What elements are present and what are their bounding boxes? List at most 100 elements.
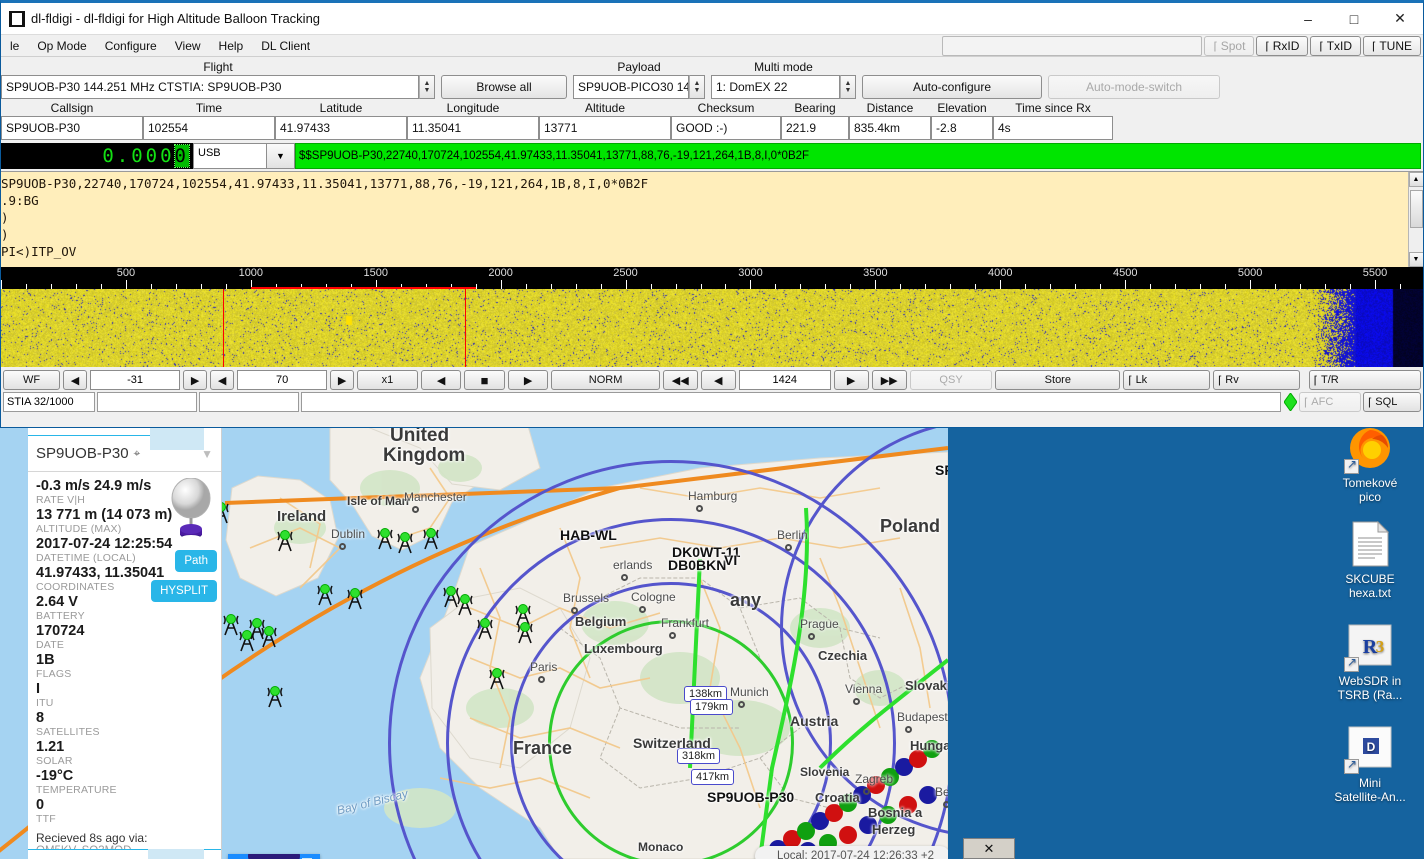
qsy-button[interactable]: QSY	[910, 370, 993, 390]
zoom-button[interactable]: x1	[357, 370, 418, 390]
field-value[interactable]: -2.8	[931, 116, 993, 140]
level1-decrease-button[interactable]: ◀	[63, 370, 87, 390]
waterfall-tick	[875, 280, 876, 289]
field-value[interactable]: 13771	[539, 116, 671, 140]
path-button[interactable]: Path	[175, 550, 217, 572]
browse-all-button[interactable]: Browse all	[441, 75, 567, 99]
radio-tower-icon[interactable]	[272, 526, 298, 557]
field-value[interactable]: 41.97433	[275, 116, 407, 140]
map-station-label[interactable]: VI	[724, 552, 737, 568]
maximize-button[interactable]: □	[1331, 3, 1377, 35]
map-region-label: Croatia	[815, 790, 860, 805]
sideband-mode-value[interactable]: USB	[193, 143, 267, 169]
desktop-icon-label2: Satellite-An...	[1318, 790, 1422, 804]
tr-button[interactable]: T/R	[1309, 370, 1421, 390]
level1-increase-button[interactable]: ▶	[183, 370, 207, 390]
level2-increase-button[interactable]: ▶	[330, 370, 354, 390]
field-value[interactable]: 835.4km	[849, 116, 931, 140]
flight-select-value[interactable]: SP9UOB-P30 144.251 MHz CTSTIA: SP9UOB-P3…	[1, 75, 419, 99]
scroll-down-icon[interactable]: ▼	[1409, 252, 1424, 267]
scroll-up-icon[interactable]: ▲	[1409, 172, 1424, 187]
auto-configure-button[interactable]: Auto-configure	[862, 75, 1042, 99]
frequency-display[interactable]: 0.000 0	[1, 143, 193, 169]
scroll-right-button[interactable]: ▶	[508, 370, 549, 390]
flight-spinner[interactable]: ▲ ▼	[419, 75, 435, 99]
radio-tower-icon[interactable]	[342, 584, 368, 615]
map-station-label[interactable]: SP9UOB-P30	[707, 789, 794, 805]
payload-spinner[interactable]: ▲ ▼	[689, 75, 705, 99]
hysplit-button[interactable]: HYSPLIT	[151, 580, 217, 602]
desktop-icon-tomekove-pico[interactable]: Tomekové pico	[1318, 424, 1422, 504]
menu-configure[interactable]: Configure	[96, 36, 166, 56]
level2-value[interactable]: 70	[237, 370, 327, 390]
desktop-icon-skcube-hexa[interactable]: SKCUBE hexa.txt	[1318, 520, 1422, 600]
field-value[interactable]: 221.9	[781, 116, 849, 140]
auto-mode-switch-button[interactable]: Auto-mode-switch	[1048, 75, 1220, 99]
txid-button[interactable]: TxID	[1310, 36, 1361, 56]
map-station-label[interactable]: DB0BKN	[668, 557, 726, 573]
tune-button[interactable]: TUNE	[1363, 36, 1421, 56]
stat-key: ITU	[36, 697, 213, 709]
panel-tab-active[interactable]	[150, 428, 204, 450]
field-value[interactable]: SP9UOB-P30	[1, 116, 143, 140]
flight-row: Flight SP9UOB-P30 144.251 MHz CTSTIA: SP…	[1, 57, 1423, 99]
menu-file[interactable]: le	[1, 36, 28, 56]
spot-button[interactable]: Spot	[1204, 36, 1254, 56]
radio-tower-icon[interactable]	[512, 618, 538, 649]
dialog-close-button[interactable]: ✕	[963, 838, 1015, 859]
wf-mode-button[interactable]: WF	[3, 370, 60, 390]
desktop-icon-mini-satellite[interactable]: D Mini Satellite-An...	[1318, 724, 1422, 804]
map-station-label[interactable]: SP	[935, 462, 948, 478]
payload-select-value[interactable]: SP9UOB-PICO30 144.25	[573, 75, 689, 99]
scroll-thumb[interactable]	[1410, 190, 1423, 228]
afc-button[interactable]: AFC	[1299, 392, 1361, 412]
radio-tower-icon[interactable]	[256, 622, 282, 653]
menu-view[interactable]: View	[166, 36, 210, 56]
rx-scrollbar[interactable]: ▲ ▼	[1408, 172, 1423, 267]
radio-tower-icon[interactable]	[312, 580, 338, 611]
waterfall-scale[interactable]: 500 1000 1500 2000 2500 3000 3500 4000 4500 5000 5…	[1, 267, 1423, 289]
level2-decrease-button[interactable]: ◀	[210, 370, 234, 390]
freq-down-button[interactable]: ◀	[701, 370, 736, 390]
field-value[interactable]: 102554	[143, 116, 275, 140]
radio-tower-icon[interactable]	[392, 528, 418, 559]
menu-help[interactable]: Help	[210, 36, 253, 56]
carrier-frequency-value[interactable]: 1424	[739, 370, 831, 390]
field-value[interactable]: GOOD :-)	[671, 116, 781, 140]
center-button[interactable]: ■	[464, 370, 505, 390]
map-type-thumbnail[interactable]	[228, 854, 320, 859]
freq-fast-up-button[interactable]: ▶▶	[872, 370, 907, 390]
rxid-button[interactable]: RxID	[1256, 36, 1308, 56]
reverse-button[interactable]: Rv	[1213, 370, 1300, 390]
radio-tower-icon[interactable]	[262, 682, 288, 713]
level1-value[interactable]: -31	[90, 370, 180, 390]
rx-text-area[interactable]: SP9UOB-P30,22740,170724,102554,41.97433,…	[1, 171, 1423, 267]
freq-fast-down-button[interactable]: ◀◀	[663, 370, 698, 390]
chevron-down-icon[interactable]: ▼	[267, 143, 295, 169]
desktop-icon-websdr[interactable]: R 3 WebSDR in TSRB (Ra...	[1318, 622, 1422, 702]
radio-tower-icon[interactable]	[472, 614, 498, 645]
radio-tower-icon[interactable]	[418, 524, 444, 555]
store-button[interactable]: Store	[995, 370, 1120, 390]
radio-tower-icon[interactable]	[484, 664, 510, 695]
lock-button[interactable]: Lk	[1123, 370, 1210, 390]
freq-up-button[interactable]: ▶	[834, 370, 869, 390]
menu-op-mode[interactable]: Op Mode	[28, 36, 95, 56]
menu-dl-client[interactable]: DL Client	[252, 36, 319, 56]
norm-button[interactable]: NORM	[551, 370, 659, 390]
minimize-button[interactable]: –	[1285, 3, 1331, 35]
map-station-label[interactable]: HAB-WL	[560, 527, 617, 543]
scroll-left-button[interactable]: ◀	[421, 370, 462, 390]
field-value[interactable]: 11.35041	[407, 116, 539, 140]
field-value[interactable]: 4s	[993, 116, 1113, 140]
sql-button[interactable]: SQL	[1363, 392, 1421, 412]
close-button[interactable]: ✕	[1377, 3, 1423, 35]
panel-footer-tab[interactable]	[148, 849, 204, 859]
crosshair-icon[interactable]: ⌖	[134, 446, 141, 461]
multimode-spinner[interactable]: ▲ ▼	[840, 75, 856, 99]
waterfall-display[interactable]	[1, 289, 1423, 367]
macro-blank-field[interactable]	[942, 36, 1202, 56]
field-label: Callsign	[1, 100, 143, 116]
multimode-select-value[interactable]: 1: DomEX 22	[711, 75, 840, 99]
waterfall-tick-label: 3000	[738, 267, 762, 279]
